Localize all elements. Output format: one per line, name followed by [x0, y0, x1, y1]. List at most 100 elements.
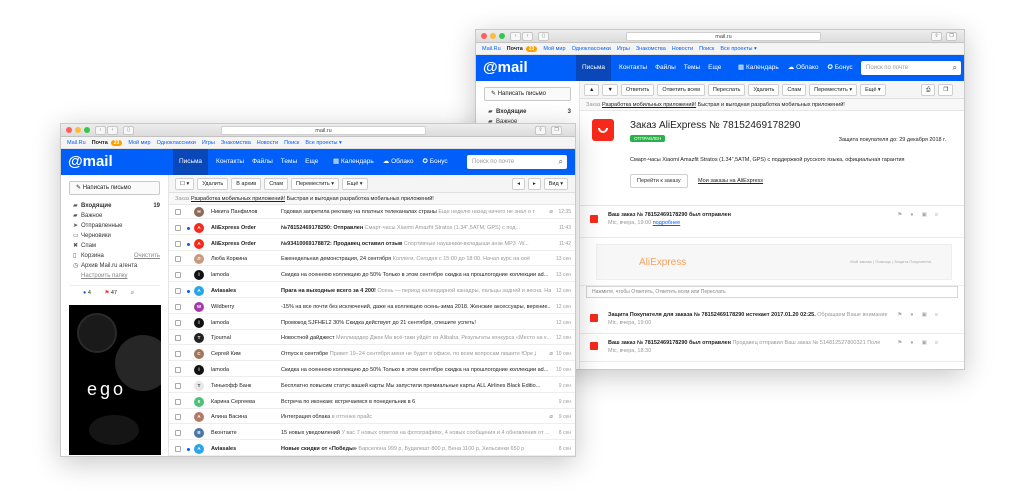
row-checkbox[interactable]	[175, 319, 181, 326]
maximize-dot[interactable]	[499, 33, 505, 39]
folder-item[interactable]: ▯ Корзина Очистить	[61, 251, 168, 261]
toolbar-button[interactable]: Ответить всем	[657, 84, 705, 96]
toolbar-button[interactable]: Удалить	[748, 84, 780, 96]
search-input[interactable]: Поиск по почте ⌕	[861, 61, 961, 75]
select-all-checkbox[interactable]: ☐ ▾	[175, 178, 195, 190]
search-input[interactable]: Поиск по почте ⌕	[467, 155, 567, 169]
row-checkbox[interactable]	[175, 224, 181, 231]
address-bar[interactable]: mail.ru	[626, 32, 821, 41]
tabs-icon[interactable]: ❐	[946, 32, 957, 41]
row-checkbox[interactable]	[175, 240, 181, 247]
address-bar[interactable]: mail.ru	[221, 126, 426, 135]
folder-item[interactable]: ▰ Входящие 3	[476, 107, 579, 117]
mail-logo[interactable]: @mail	[483, 59, 528, 77]
share-icon[interactable]: ⇪	[931, 32, 942, 41]
toolbar-button[interactable]: Удалить	[197, 178, 229, 190]
toolbar-button[interactable]: ▲	[584, 84, 600, 96]
project-link[interactable]: Игры	[202, 140, 215, 146]
minimize-dot[interactable]	[75, 127, 81, 133]
email-row[interactable]: А Алина Васина Интеграция облака в оттенке…	[169, 410, 575, 425]
row-checkbox[interactable]	[175, 303, 181, 310]
row-checkbox[interactable]	[175, 382, 181, 389]
attachment-filter-icon[interactable]: ⌀	[131, 290, 134, 296]
toolbar-button[interactable]: Переместить ▾	[809, 84, 858, 96]
minimize-dot[interactable]	[490, 33, 496, 39]
nav-tab[interactable]: Темы	[684, 55, 700, 81]
thread-item[interactable]: Ваш заказ № 78152469178290 был отправлен…	[580, 206, 964, 238]
close-dot[interactable]	[481, 33, 487, 39]
app-link[interactable]: ✪ Бонус	[423, 158, 448, 165]
thread-actions-icons[interactable]: ⚑●▣≡	[897, 340, 946, 346]
row-checkbox[interactable]	[175, 430, 181, 437]
details-link[interactable]: подробнее	[653, 220, 681, 226]
nav-tab[interactable]: Файлы	[655, 55, 676, 81]
email-row[interactable]: l lamoda Промокод SJFHEL2 30% Скидка дейст…	[169, 316, 575, 330]
project-link[interactable]: Новости	[672, 46, 693, 52]
toolbar-button[interactable]: Ответить	[620, 84, 655, 96]
compose-button[interactable]: ✎ Написать письмо	[69, 181, 160, 195]
project-link[interactable]: Одноклассники	[572, 46, 611, 52]
unread-dot-icon[interactable]	[187, 242, 190, 246]
quick-reply-field[interactable]: Нажмите, чтобы Ответить, Ответить всем и…	[586, 286, 958, 298]
maximize-dot[interactable]	[84, 127, 90, 133]
ad-banner[interactable]: ego	[69, 305, 161, 455]
promo-line[interactable]: Заказ Разработка мобильных приложений! Б…	[580, 99, 964, 111]
my-orders-link[interactable]: Мои заказы на AliExpress	[698, 178, 763, 184]
thread-actions-icons[interactable]: ⚑●▣≡	[897, 212, 946, 218]
empty-trash-link[interactable]: Очистить	[134, 251, 160, 261]
nav-tab[interactable]: Письма	[173, 149, 209, 175]
forward-arrow-icon[interactable]: ›	[107, 126, 118, 135]
toolbar-button[interactable]: ▼	[602, 84, 618, 96]
email-row[interactable]: Н Никита Панфилов Годовая запретила реклам…	[169, 205, 575, 219]
promo-line[interactable]: Заказ Разработка мобильных приложений! Б…	[169, 193, 575, 205]
project-link[interactable]: Поиск	[699, 46, 714, 52]
nav-tab[interactable]: Еще	[708, 55, 721, 81]
email-row[interactable]: С Сергей Ким Отпуск в сентябре Привет 19–2…	[169, 347, 575, 362]
toolbar-button[interactable]: Переместить ▾	[291, 178, 340, 190]
thread-actions-icons[interactable]: ⚑●▣≡	[897, 312, 946, 318]
nav-tab[interactable]: Контакты	[619, 55, 647, 81]
folder-item[interactable]: ▭ Черновики	[61, 231, 168, 241]
email-row[interactable]: l lamoda Скидка на осеннюю коллекцию до 50…	[169, 363, 575, 377]
row-checkbox[interactable]	[175, 209, 181, 215]
folder-item[interactable]: Настроить папку	[61, 271, 168, 281]
close-dot[interactable]	[66, 127, 72, 133]
mail-logo[interactable]: @mail	[68, 153, 113, 171]
sidebar-toggle-icon[interactable]: ▯	[123, 126, 134, 135]
project-link[interactable]: Одноклассники	[157, 140, 196, 146]
project-link[interactable]: Поиск	[284, 140, 299, 146]
goto-order-button[interactable]: Перейти к заказу	[630, 174, 688, 188]
nav-tab[interactable]: Файлы	[252, 149, 273, 175]
email-row[interactable]: Л Люба Коркина Еженедельная демонстрация, …	[169, 252, 575, 267]
next-page-icon[interactable]: ▸	[527, 178, 541, 190]
app-link[interactable]: ▦ Календарь	[333, 158, 374, 165]
prev-page-icon[interactable]: ◂	[512, 178, 525, 190]
folder-item[interactable]: ▰ Входящие 19	[61, 201, 168, 211]
project-link[interactable]: Знакомства	[221, 140, 251, 146]
project-link[interactable]: Mail.Ru	[67, 140, 86, 146]
row-checkbox[interactable]	[175, 272, 181, 279]
flag-filter-icon[interactable]: ⚑	[104, 290, 109, 296]
unread-filter-icon[interactable]: ●	[83, 290, 86, 296]
compose-button[interactable]: ✎ Написать письмо	[484, 87, 571, 101]
email-row[interactable]: Т Тинькофф Банк Бесплатно повысим статус в…	[169, 379, 575, 393]
app-link[interactable]: ▦ Календарь	[738, 64, 779, 71]
row-checkbox[interactable]	[175, 446, 181, 452]
project-link[interactable]: Почта	[507, 46, 523, 52]
print-icon[interactable]: ⎙	[921, 84, 936, 96]
unread-dot-icon[interactable]	[187, 290, 190, 293]
project-link[interactable]: Мой мир	[543, 46, 565, 52]
search-icon[interactable]: ⌕	[953, 61, 957, 75]
email-row[interactable]: T Tjournal Новостной дайджест Миллиардер Д…	[169, 331, 575, 346]
sidebar-toggle-icon[interactable]: ▯	[538, 32, 549, 41]
email-row[interactable]: К Карина Сергеева Встреча по иконкам: встр…	[169, 395, 575, 409]
nav-tab[interactable]: Письма	[576, 55, 612, 81]
app-link[interactable]: ✪ Бонус	[828, 64, 853, 71]
thread-item[interactable]: Ваш заказ № 78152469178290 был отправлен…	[580, 334, 964, 362]
view-dropdown[interactable]: Вид ▾	[543, 178, 568, 190]
email-row[interactable]: A Aviasales Прага на выходные всего за 4 2…	[169, 284, 575, 298]
tabs-icon[interactable]: ❐	[551, 126, 562, 135]
project-link[interactable]: Mail.Ru	[482, 46, 501, 52]
toolbar-button[interactable]: Спам	[264, 178, 289, 190]
row-checkbox[interactable]	[175, 414, 181, 421]
